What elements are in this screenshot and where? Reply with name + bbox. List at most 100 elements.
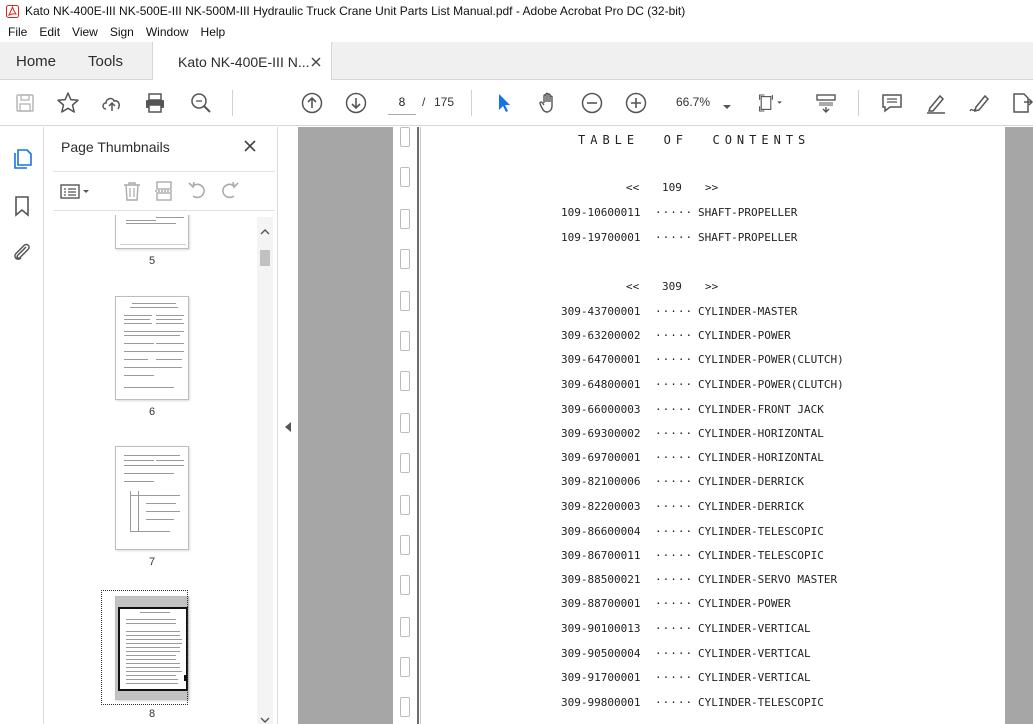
zoom-dropdown-icon[interactable] xyxy=(722,98,732,109)
print-icon[interactable] xyxy=(143,91,167,115)
star-icon[interactable] xyxy=(56,91,80,115)
zoom-out-icon[interactable] xyxy=(580,91,604,115)
menu-help[interactable]: Help xyxy=(195,25,232,39)
menu-window[interactable]: Window xyxy=(140,25,195,39)
punch-hole xyxy=(400,657,410,677)
toc-entry-name: CYLINDER-DERRICK xyxy=(698,475,804,488)
scrollbar-thumb[interactable] xyxy=(260,250,270,266)
toc-entry-dots: ····· xyxy=(655,671,694,684)
thumbnail-page-7[interactable]: 7 xyxy=(115,446,191,568)
page-margin-line xyxy=(417,127,419,724)
toc-entry-dots: ····· xyxy=(655,378,694,391)
toc-entry-code: 309-91700001 xyxy=(561,671,641,684)
tab-bar: Home Tools Kato NK-400E-III N... xyxy=(0,42,1033,81)
toc-entry-dots: ····· xyxy=(655,500,694,513)
punch-hole xyxy=(400,209,410,229)
close-panel-icon[interactable] xyxy=(243,139,257,153)
toc-entry-dots: ····· xyxy=(655,696,694,709)
thumbnail-options-icon[interactable] xyxy=(59,180,93,202)
punch-hole xyxy=(400,697,410,717)
close-tab-icon[interactable] xyxy=(310,55,322,67)
section-heading-left: << xyxy=(626,280,640,293)
document-viewport[interactable]: TABLE OF CONTENTS << 109 >> 109-10600011… xyxy=(298,127,1033,724)
punch-hole xyxy=(400,371,410,391)
page-thumbnails-icon[interactable] xyxy=(10,147,34,171)
title-bar: Kato NK-400E-III NK-500E-III NK-500M-III… xyxy=(0,0,1033,22)
zoom-search-icon[interactable] xyxy=(189,91,213,115)
collapse-panel-icon[interactable] xyxy=(284,420,292,432)
thumbnail-image xyxy=(115,446,189,550)
toc-entry-code: 309-43700001 xyxy=(561,305,641,318)
extract-page-icon[interactable] xyxy=(153,180,175,202)
toc-entry-name: SHAFT-PROPELLER xyxy=(698,206,798,219)
toc-title: TABLE OF CONTENTS xyxy=(578,133,811,147)
toc-entry-dots: ····· xyxy=(655,622,694,635)
punch-hole xyxy=(400,413,410,433)
tab-tools[interactable]: Tools xyxy=(88,42,123,80)
toc-entry-dots: ····· xyxy=(655,549,694,562)
rotate-left-icon[interactable] xyxy=(186,180,208,202)
toc-entry-code: 309-69300002 xyxy=(561,427,641,440)
menu-edit[interactable]: Edit xyxy=(33,25,66,39)
thumbnail-scrollbar[interactable] xyxy=(257,217,273,724)
comment-icon[interactable] xyxy=(880,91,904,115)
zoom-value[interactable]: 66.7% xyxy=(676,95,710,109)
upload-icon[interactable] xyxy=(100,91,124,115)
toc-entry-dots: ····· xyxy=(655,329,694,342)
thumbnail-image xyxy=(115,215,189,249)
scroll-down-icon[interactable] xyxy=(260,711,270,723)
toc-entry-dots: ····· xyxy=(655,305,694,318)
page-fit-icon[interactable] xyxy=(758,91,782,115)
toc-entry-name: CYLINDER-POWER xyxy=(698,329,791,342)
scroll-mode-icon[interactable] xyxy=(814,91,838,115)
toc-entry-name: SHAFT-PROPELLER xyxy=(698,231,798,244)
toc-entry-code: 109-10600011 xyxy=(561,206,641,219)
section-heading-right: >> xyxy=(705,280,719,293)
thumbnail-page-5[interactable]: 5 xyxy=(115,215,191,267)
toc-entry-dots: ····· xyxy=(655,475,694,488)
page-margin-line xyxy=(420,127,421,724)
section-heading-number: 109 xyxy=(662,181,682,194)
rotate-right-icon[interactable] xyxy=(219,180,241,202)
toc-entry-name: CYLINDER-TELESCOPIC xyxy=(698,525,824,538)
tab-document-label: Kato NK-400E-III N... xyxy=(178,53,310,70)
toc-entry-dots: ····· xyxy=(655,353,694,366)
bookmark-icon[interactable] xyxy=(10,194,34,218)
menu-view[interactable]: View xyxy=(66,25,104,39)
page-up-icon[interactable] xyxy=(300,91,324,115)
thumbnail-page-6[interactable]: 6 xyxy=(115,296,191,418)
menu-sign[interactable]: Sign xyxy=(104,25,140,39)
toc-entry-code: 309-99800001 xyxy=(561,696,641,709)
save-icon[interactable] xyxy=(13,91,37,115)
toc-entry-code: 309-86600004 xyxy=(561,525,641,538)
page-total: 175 xyxy=(434,95,455,109)
tab-document[interactable]: Kato NK-400E-III N... xyxy=(152,42,332,81)
sign-icon[interactable] xyxy=(968,91,992,115)
thumbnail-label: 6 xyxy=(148,406,156,418)
page-separator: / xyxy=(422,95,426,109)
delete-page-icon[interactable] xyxy=(121,180,143,202)
zoom-in-icon[interactable] xyxy=(624,91,648,115)
scroll-up-icon[interactable] xyxy=(260,223,270,235)
toc-entry-code: 309-69700001 xyxy=(561,451,641,464)
toc-entry-dots: ····· xyxy=(655,427,694,440)
export-icon[interactable] xyxy=(1010,91,1033,115)
toc-entry-name: CYLINDER-HORIZONTAL xyxy=(698,427,824,440)
page-number-input[interactable] xyxy=(388,90,416,115)
section-heading-left: << xyxy=(626,181,640,194)
toc-entry-name: CYLINDER-MASTER xyxy=(698,305,798,318)
select-cursor-icon[interactable] xyxy=(492,91,516,115)
hand-icon[interactable] xyxy=(536,91,560,115)
menu-file[interactable]: File xyxy=(2,25,33,39)
attachment-icon[interactable] xyxy=(10,240,34,264)
highlight-icon[interactable] xyxy=(924,91,948,115)
tab-home[interactable]: Home xyxy=(16,42,56,80)
toc-entry-dots: ····· xyxy=(655,403,694,416)
toolbar-separator xyxy=(232,90,233,116)
toc-entry-name: CYLINDER-POWER(CLUTCH) xyxy=(698,353,844,366)
toc-entry-dots: ····· xyxy=(655,231,694,244)
section-heading-number: 309 xyxy=(662,280,682,293)
punch-hole xyxy=(400,249,410,269)
page-down-icon[interactable] xyxy=(344,91,368,115)
panel-splitter[interactable] xyxy=(277,127,298,724)
